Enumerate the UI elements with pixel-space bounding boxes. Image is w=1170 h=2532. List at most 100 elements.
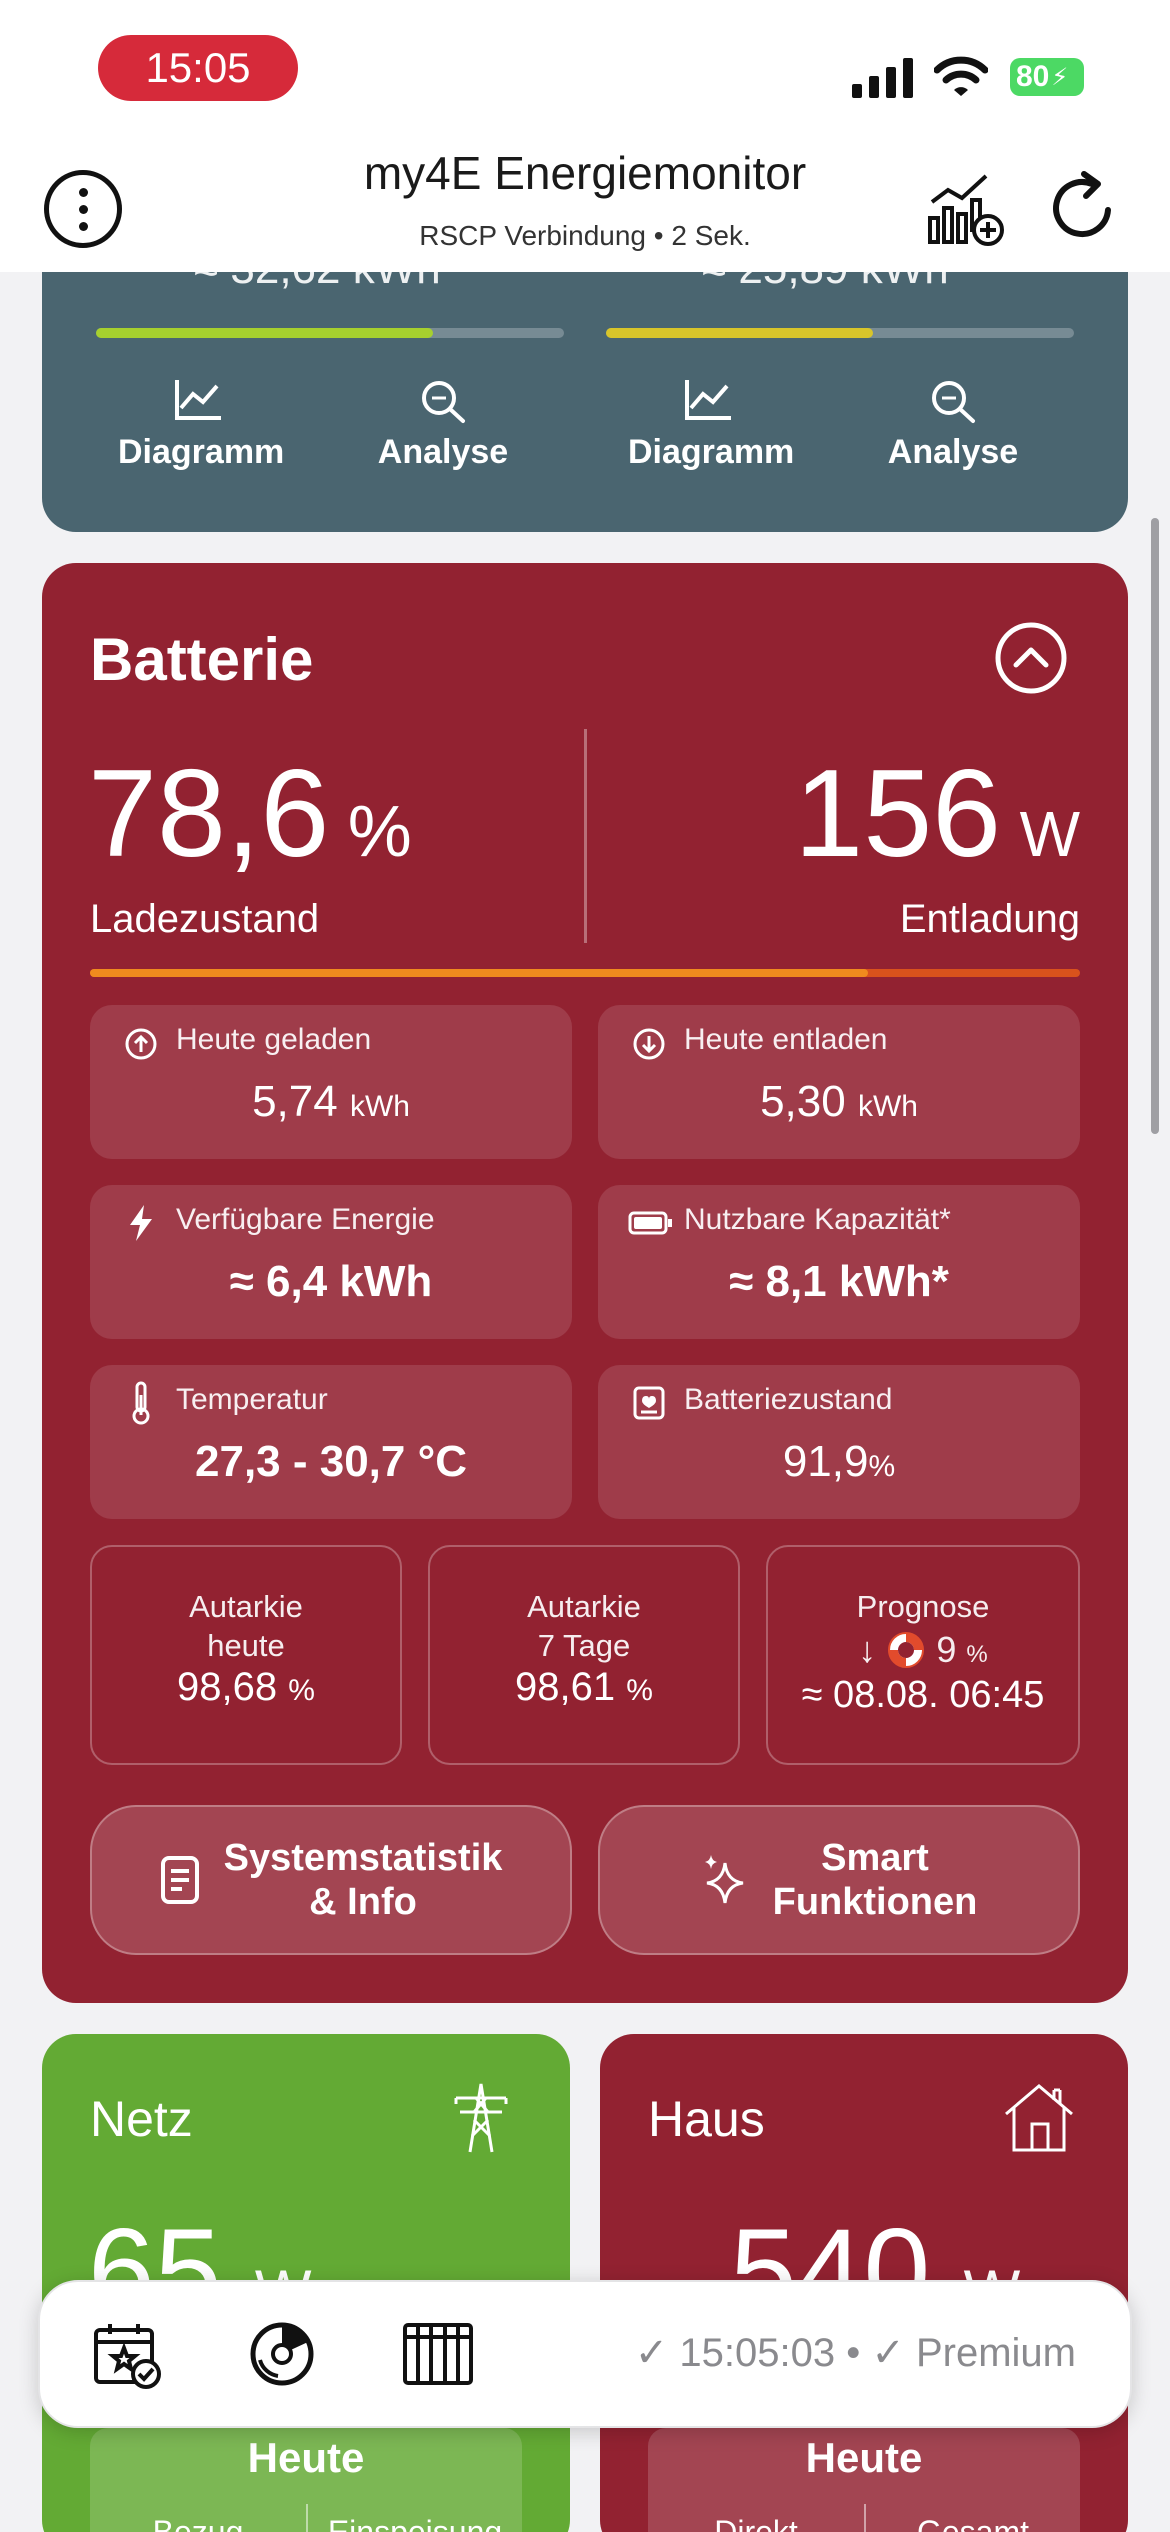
stat-label: Prognose: [856, 1589, 990, 1624]
house-icon: [1005, 2084, 1073, 2152]
status-bar: 15:05 80 ⚡: [0, 0, 1170, 140]
autarky-week-box: Autarkie 7 Tage 98,61 %: [428, 1545, 740, 1765]
search-icon: [422, 381, 465, 423]
smart-functions-button[interactable]: Smart Funktionen: [598, 1805, 1080, 1955]
button-label: & Info: [309, 1881, 417, 1923]
tile-value: ≈ 6,4 kWh: [229, 1257, 433, 1306]
wifi-icon: [934, 56, 988, 96]
disc-chart-icon[interactable]: [248, 2320, 316, 2388]
tile-value: ≈ 8,1 kWh*: [729, 1257, 949, 1306]
pv-right-diagram-button[interactable]: Diagramm: [628, 378, 795, 478]
stat-label: Autarkie: [527, 1589, 641, 1624]
soc-display: 78,6 %: [88, 743, 412, 885]
tile-label: Batteriezustand: [684, 1383, 893, 1416]
soc-label: Ladezustand: [90, 897, 320, 941]
arrow-down-circle-icon: [633, 1028, 665, 1060]
house-col-total: Gesamt: [916, 2514, 1030, 2532]
autarky-today-box: Autarkie heute 98,68 %: [90, 1545, 402, 1765]
tile-discharged-today: Heute entladen 5,30 kWh: [598, 1005, 1080, 1159]
house-title: Haus: [648, 2091, 765, 2147]
pv-left-value: ≈ 32,62 kWh: [194, 244, 441, 293]
tile-label: Heute geladen: [176, 1023, 372, 1056]
grid-today-panel: Heute Bezug Einspeisung: [90, 2428, 522, 2532]
signal-icon: [852, 58, 916, 98]
stat-value: 98,61 %: [515, 1665, 653, 1709]
button-label: Systemstatistik: [223, 1837, 503, 1879]
tile-charged-today: Heute geladen 5,74 kWh: [90, 1005, 572, 1159]
tile-available-energy: Verfügbare Energie ≈ 6,4 kWh: [90, 1185, 572, 1339]
soc-bar-fill: [90, 969, 869, 977]
tile-value: 91,9%: [782, 1437, 896, 1486]
pv-card: ≈ 32,62 kWh ≈ 25,89 kWh Diagramm Analyse…: [42, 244, 1128, 532]
tile-value: 5,30 kWh: [760, 1077, 918, 1126]
table-grid-icon[interactable]: [402, 2322, 474, 2386]
battery-card: Batterie 78,6 % Ladezustand 156 W Entlad…: [42, 563, 1128, 2003]
pv-right-analyse-button[interactable]: Analyse: [878, 378, 1028, 478]
power-display: 156 W: [794, 743, 1080, 885]
divider: [584, 729, 587, 943]
diagram-label: Diagramm: [628, 433, 795, 471]
grid-col-import: Bezug: [152, 2514, 244, 2532]
stat-value: 98,68 %: [177, 1665, 315, 1709]
soc-bar: [90, 969, 1080, 977]
pv-right-bar-fill: [606, 328, 873, 338]
house-today-title: Heute: [805, 2434, 923, 2481]
pv-left-analyse-button[interactable]: Analyse: [368, 378, 518, 478]
soc-value: 78,6: [88, 745, 330, 883]
status-time: 15:05: [98, 35, 298, 101]
pv-left-bar-fill: [96, 328, 433, 338]
grid-col-export: Einspeisung: [327, 2514, 503, 2532]
lightning-icon: [130, 1205, 152, 1241]
power-tower-icon: [454, 2083, 508, 2153]
tile-value: 27,3 - 30,7 °C: [195, 1437, 467, 1486]
tile-temperature: Temperatur 27,3 - 30,7 °C: [90, 1365, 572, 1519]
thermometer-icon: [132, 1381, 150, 1425]
button-label: Funktionen: [772, 1881, 978, 1923]
sync-status: ✓ 15:05:03 • ✓ Premium: [634, 2331, 1076, 2375]
arrow-down-icon: ↓: [858, 1629, 877, 1670]
app-header: my4E Energiemonitor RSCP Verbindung • 2 …: [0, 140, 1170, 272]
power-value: 156: [794, 745, 1002, 883]
tile-value: 5,74 kWh: [252, 1077, 410, 1126]
tile-label: Temperatur: [176, 1383, 328, 1416]
tile-label: Heute entladen: [684, 1023, 888, 1056]
battery-indicator: 80 ⚡: [1010, 58, 1084, 96]
system-stats-button[interactable]: Systemstatistik & Info: [90, 1805, 572, 1955]
pv-right-value: ≈ 25,89 kWh: [702, 244, 949, 293]
tile-usable-capacity: Nutzbare Kapazität* ≈ 8,1 kWh*: [598, 1185, 1080, 1339]
refresh-icon[interactable]: [1048, 170, 1124, 246]
forecast-line: ↓ 9 %: [858, 1629, 988, 1670]
calendar-star-icon[interactable]: [92, 2320, 162, 2390]
diagram-label: Diagramm: [118, 433, 285, 471]
tile-battery-health: Batteriezustand 91,9%: [598, 1365, 1080, 1519]
line-chart-icon: [175, 380, 221, 420]
pv-left-bar: [96, 328, 564, 338]
button-label: Smart: [821, 1837, 929, 1879]
stat-value: ≈ 08.08. 06:45: [801, 1674, 1045, 1716]
line-chart-icon: [685, 380, 731, 420]
sparkles-icon: [704, 1855, 743, 1904]
tile-label: Verfügbare Energie: [176, 1203, 435, 1236]
battery-icon: [628, 1211, 672, 1235]
search-icon: [932, 381, 975, 423]
collapse-chevron-icon[interactable]: [994, 621, 1068, 695]
health-card-icon: [633, 1386, 665, 1420]
bottom-tab-bar: ✓ 15:05:03 • ✓ Premium: [38, 2280, 1132, 2428]
pv-left-diagram-button[interactable]: Diagramm: [118, 378, 285, 478]
stat-label: 7 Tage: [537, 1628, 631, 1663]
document-icon: [160, 1856, 199, 1904]
forecast-box[interactable]: Prognose ↓ 9 % ≈ 08.08. 06:45: [766, 1545, 1080, 1765]
analyse-label: Analyse: [377, 433, 509, 471]
grid-title: Netz: [90, 2091, 193, 2147]
stat-label: heute: [207, 1628, 285, 1663]
scrollbar[interactable]: [1151, 518, 1159, 1134]
grid-today-title: Heute: [247, 2434, 365, 2481]
arrow-up-circle-icon: [125, 1028, 157, 1060]
analyse-label: Analyse: [887, 433, 1019, 471]
power-unit: W: [1019, 798, 1080, 870]
stat-label: Autarkie: [189, 1589, 303, 1624]
house-col-direct: Direkt: [714, 2514, 798, 2532]
add-chart-icon[interactable]: [926, 168, 1006, 248]
battery-title: Batterie: [90, 626, 314, 693]
lifebuoy-icon: [888, 1632, 925, 1668]
